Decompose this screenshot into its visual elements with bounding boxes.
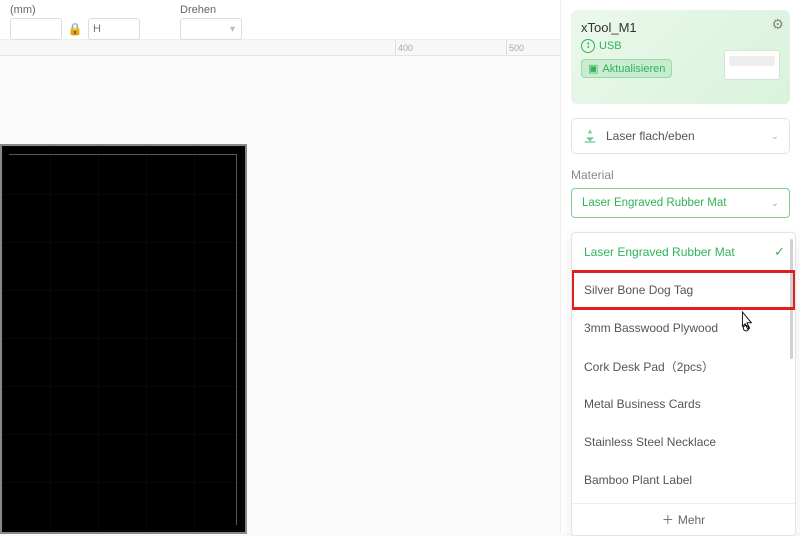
width-input[interactable] — [10, 18, 62, 40]
device-card: ⚙ xTool_M1 ⭥ USB ▣ Aktualisieren — [571, 10, 790, 104]
size-group: (mm) 🔒 — [10, 4, 140, 40]
material-option-highlighted[interactable]: Silver Bone Dog Tag — [572, 271, 795, 309]
ruler-tick-400: 400 — [395, 40, 413, 55]
material-option[interactable]: Metal Business Card Holder — [572, 499, 795, 503]
camera-icon: ▣ — [588, 62, 598, 75]
plus-icon: ＋ — [662, 511, 674, 528]
material-select[interactable]: Laser Engraved Rubber Mat ⌄ — [571, 188, 790, 218]
chevron-down-icon: ⌄ — [771, 198, 779, 209]
material-option-selected[interactable]: Laser Engraved Rubber Mat ✓ — [572, 233, 795, 271]
device-thumbnail — [724, 50, 780, 80]
ruler-tick-500: 500 — [506, 40, 524, 55]
rotate-label: Drehen — [180, 4, 242, 16]
height-input[interactable] — [88, 18, 140, 40]
check-icon: ✓ — [774, 244, 785, 260]
material-option-label: Bamboo Plant Label — [584, 473, 692, 487]
refresh-button[interactable]: ▣ Aktualisieren — [581, 59, 672, 78]
usb-icon: ⭥ — [581, 39, 595, 53]
material-option[interactable]: Metal Business Cards — [572, 385, 795, 423]
material-option-label: Stainless Steel Necklace — [584, 435, 716, 449]
material-option-label: Laser Engraved Rubber Mat — [584, 245, 735, 259]
material-option-label: 3mm Basswood Plywood — [584, 321, 718, 335]
material-more-button[interactable]: ＋ Mehr — [572, 503, 795, 535]
material-option[interactable]: Bamboo Plant Label — [572, 461, 795, 499]
right-panel: ⚙ xTool_M1 ⭥ USB ▣ Aktualisieren Laser f… — [560, 0, 800, 533]
material-selected-value: Laser Engraved Rubber Mat — [582, 197, 726, 209]
size-row: 🔒 — [10, 18, 140, 40]
material-option-label: Cork Desk Pad（2pcs） — [584, 358, 714, 375]
material-option[interactable]: Cork Desk Pad（2pcs） — [572, 347, 795, 385]
material-option-label: Metal Business Cards — [584, 397, 701, 411]
rotate-group: Drehen ▾ — [180, 4, 242, 40]
gear-icon[interactable]: ⚙ — [771, 16, 784, 33]
rotate-select[interactable]: ▾ — [180, 18, 242, 40]
refresh-label: Aktualisieren — [602, 63, 665, 75]
chevron-down-icon: ▾ — [230, 24, 235, 35]
material-option-label: Silver Bone Dog Tag — [584, 283, 693, 297]
workpiece-preview[interactable] — [0, 144, 247, 534]
device-name: xTool_M1 — [581, 20, 780, 35]
more-label: Mehr — [678, 513, 705, 527]
laser-icon — [582, 128, 598, 144]
material-option[interactable]: Stainless Steel Necklace — [572, 423, 795, 461]
mode-label: Laser flach/eben — [606, 129, 695, 143]
material-dropdown-items: Laser Engraved Rubber Mat ✓ Silver Bone … — [572, 233, 795, 503]
workpiece-grid — [2, 146, 245, 532]
material-option[interactable]: 3mm Basswood Plywood — [572, 309, 795, 347]
lock-icon[interactable]: 🔒 — [66, 20, 84, 38]
size-label: (mm) — [10, 4, 140, 16]
material-dropdown: Laser Engraved Rubber Mat ✓ Silver Bone … — [571, 232, 796, 536]
canvas-area[interactable] — [0, 56, 552, 533]
mode-select[interactable]: Laser flach/eben ⌄ — [571, 118, 790, 154]
connection-label: USB — [599, 40, 622, 52]
material-section-label: Material — [571, 168, 790, 182]
chevron-down-icon: ⌄ — [771, 131, 779, 142]
